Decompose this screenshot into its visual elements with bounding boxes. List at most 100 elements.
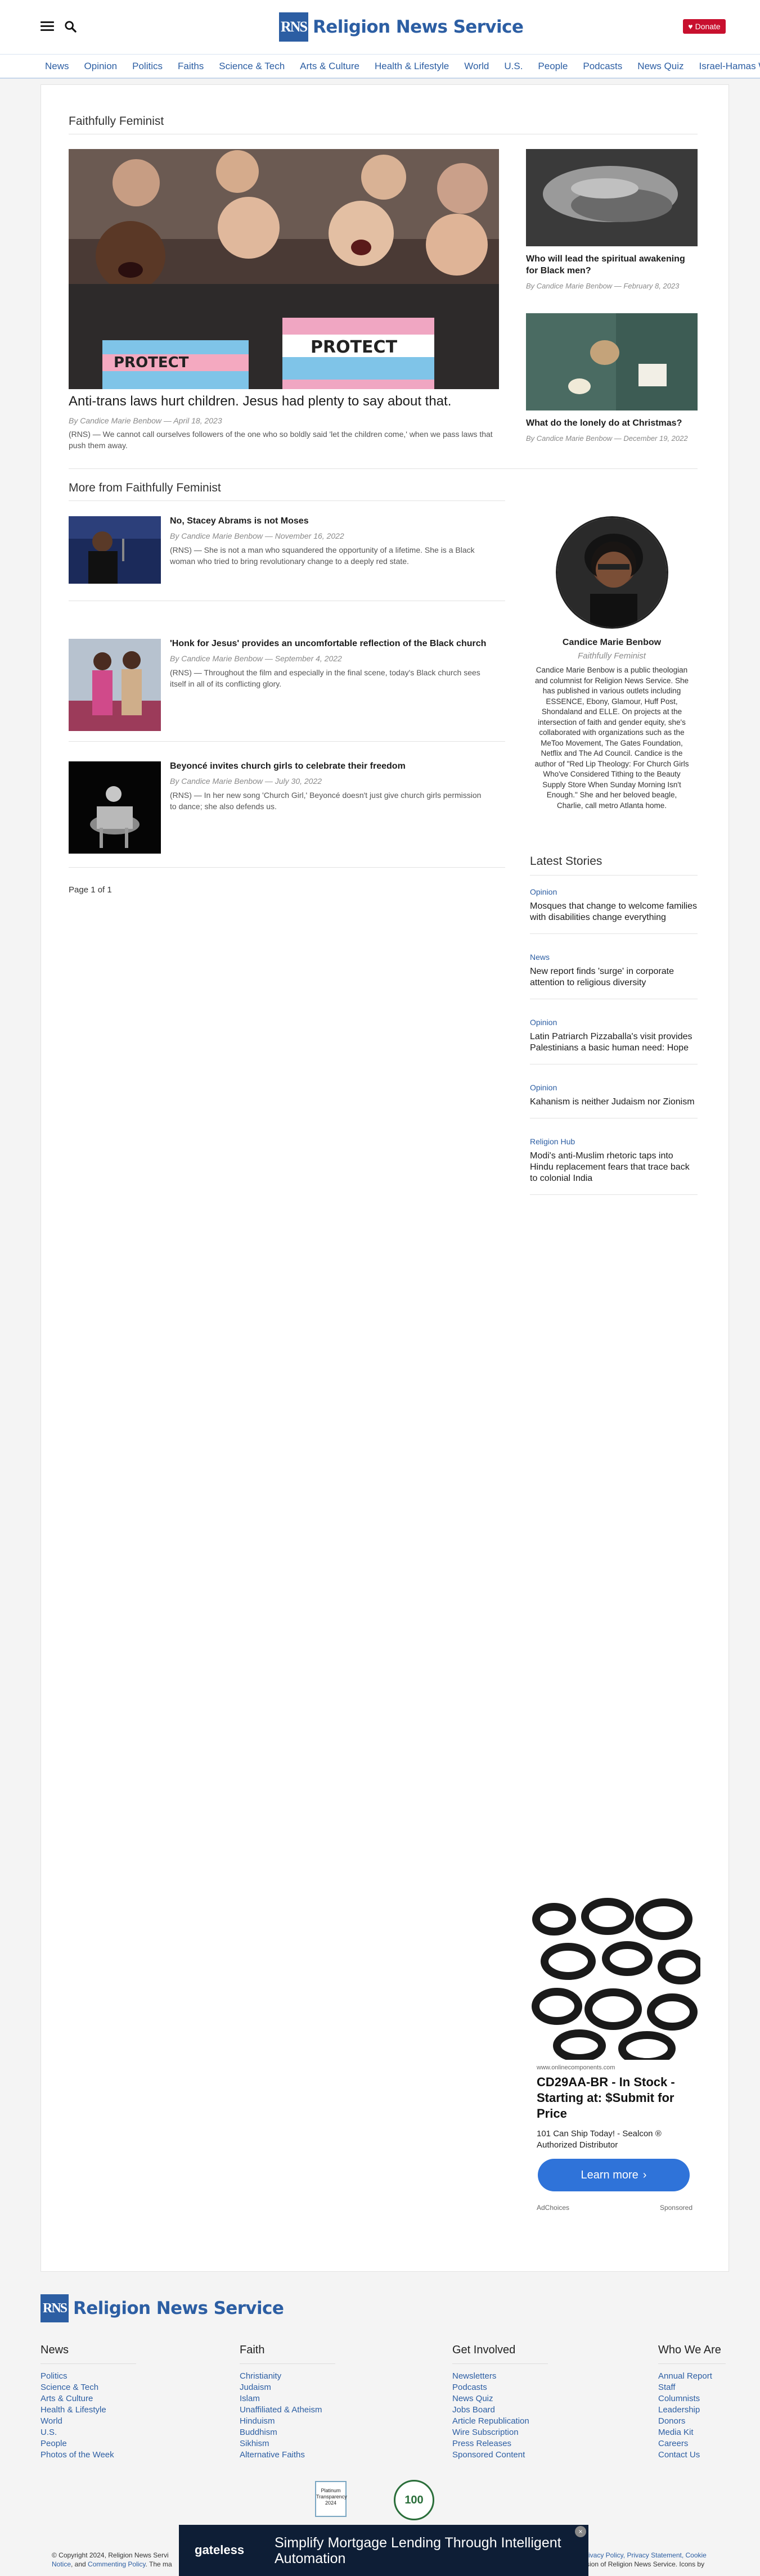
nav-item-politics[interactable]: Politics xyxy=(132,61,163,72)
latest-headline[interactable]: Latin Patriarch Pizzaballa's visit provi… xyxy=(530,1031,698,1054)
latest-category[interactable]: Opinion xyxy=(530,1018,557,1027)
footer-link[interactable]: Science & Tech xyxy=(41,2382,136,2393)
nav-item-news-quiz[interactable]: News Quiz xyxy=(637,61,683,72)
nav-item-health-lifestyle[interactable]: Health & Lifestyle xyxy=(375,61,449,72)
footer-link[interactable]: Leadership xyxy=(658,2404,726,2416)
footer-link[interactable]: Newsletters xyxy=(452,2371,548,2382)
nav-item-podcasts[interactable]: Podcasts xyxy=(583,61,622,72)
latest-headline[interactable]: Modi's anti-Muslim rhetoric taps into Hi… xyxy=(530,1151,698,1184)
nav-item-world[interactable]: World xyxy=(464,61,489,72)
latest-headline[interactable]: Mosques that change to welcome families … xyxy=(530,901,698,923)
footer-column-get-involved: Get Involved Newsletters Podcasts News Q… xyxy=(452,2344,548,2461)
article-image[interactable] xyxy=(69,639,161,731)
nav-item-arts-culture[interactable]: Arts & Culture xyxy=(300,61,359,72)
heart-icon: ♥ xyxy=(688,22,693,31)
footer-link[interactable]: Sikhism xyxy=(240,2438,335,2449)
nav-item-news[interactable]: News xyxy=(45,61,69,72)
footer-link[interactable]: Islam xyxy=(240,2393,335,2404)
footer-link[interactable]: Podcasts xyxy=(452,2382,548,2393)
donate-button[interactable]: ♥ Donate xyxy=(683,19,726,34)
main-nav: News Opinion Politics Faiths Science & T… xyxy=(0,54,760,79)
latest-category[interactable]: Opinion xyxy=(530,887,557,896)
nav-item-israel-hamas-war[interactable]: Israel-Hamas War xyxy=(699,61,760,72)
featured-byline: By Candice Marie Benbow — April 18, 2023 xyxy=(69,416,222,425)
privacy-links[interactable]: rivacy Policy, Privacy Statement, Cookie xyxy=(586,2551,707,2560)
protest-sign-text: PROTECT xyxy=(114,354,189,371)
footer-link[interactable]: Careers xyxy=(658,2438,726,2449)
latest-category[interactable]: News xyxy=(530,953,550,962)
footer-link[interactable]: Press Releases xyxy=(452,2438,548,2449)
article-row: 'Honk for Jesus' provides an uncomfortab… xyxy=(69,639,505,731)
footer-link[interactable]: People xyxy=(41,2438,136,2449)
footer-link[interactable]: Donors xyxy=(658,2416,726,2427)
divider xyxy=(530,875,698,876)
charity-navigator-badge[interactable]: 100 xyxy=(394,2480,434,2520)
footer-link[interactable]: Unaffiliated & Atheism xyxy=(240,2404,335,2416)
close-icon[interactable]: × xyxy=(575,2526,586,2537)
footer-link[interactable]: U.S. xyxy=(41,2427,136,2438)
footer-link[interactable]: Annual Report xyxy=(658,2371,726,2382)
section-title: Faithfully Feminist xyxy=(69,115,164,128)
footer-link[interactable]: Media Kit xyxy=(658,2427,726,2438)
footer-link[interactable]: Christianity xyxy=(240,2371,335,2382)
footer-link[interactable]: Contact Us xyxy=(658,2449,726,2461)
nav-item-people[interactable]: People xyxy=(538,61,568,72)
featured-image[interactable]: PROTECT PROTECT xyxy=(69,149,499,389)
footer-link[interactable]: Alternative Faiths xyxy=(240,2449,335,2461)
footer-link[interactable]: Buddhism xyxy=(240,2427,335,2438)
side-card-title[interactable]: What do the lonely do at Christmas? xyxy=(526,417,698,429)
footer-link[interactable]: Jobs Board xyxy=(452,2404,548,2416)
ad-headline: CD29AA-BR - In Stock - Starting at: $Sub… xyxy=(537,2075,675,2121)
footer-logo[interactable]: RNS Religion News Service xyxy=(41,2294,284,2322)
footer-link[interactable]: Health & Lifestyle xyxy=(41,2404,136,2416)
footer-link[interactable]: Arts & Culture xyxy=(41,2393,136,2404)
side-card-image[interactable] xyxy=(526,313,698,410)
nav-item-science-tech[interactable]: Science & Tech xyxy=(219,61,285,72)
article-image[interactable] xyxy=(69,516,161,608)
footer-link[interactable]: Wire Subscription xyxy=(452,2427,548,2438)
divider xyxy=(69,741,505,742)
latest-category[interactable]: Religion Hub xyxy=(530,1137,575,1146)
footer-link[interactable]: Staff xyxy=(658,2382,726,2393)
footer-link[interactable]: Photos of the Week xyxy=(41,2449,136,2461)
search-icon[interactable] xyxy=(64,20,77,33)
side-card-image[interactable] xyxy=(526,149,698,246)
nav-item-opinion[interactable]: Opinion xyxy=(84,61,118,72)
bottom-banner-ad[interactable]: gateless Simplify Mortgage Lending Throu… xyxy=(179,2525,588,2576)
latest-item: Opinion Kahanism is neither Judaism nor … xyxy=(530,1083,698,1118)
footer-link[interactable]: News Quiz xyxy=(452,2393,548,2404)
author-avatar xyxy=(555,516,668,629)
adchoices-link[interactable]: AdChoices xyxy=(537,2204,569,2212)
footer-link[interactable]: Article Republication xyxy=(452,2416,548,2427)
latest-category[interactable]: Opinion xyxy=(530,1083,557,1092)
article-excerpt: (RNS) — Throughout the film and especial… xyxy=(170,668,480,688)
nav-item-faiths[interactable]: Faiths xyxy=(178,61,204,72)
site-logo[interactable]: RNS Religion News Service xyxy=(279,10,524,44)
footer-link[interactable]: Politics xyxy=(41,2371,136,2382)
sidebar-ad[interactable]: www.onlinecomponents.com CD29AA-BR - In … xyxy=(529,1894,700,2254)
latest-headline[interactable]: New report finds 'surge' in corporate at… xyxy=(530,966,698,989)
article-title[interactable]: 'Honk for Jesus' provides an uncomfortab… xyxy=(170,639,486,649)
article-image[interactable] xyxy=(69,761,161,854)
article-title[interactable]: No, Stacey Abrams is not Moses xyxy=(170,516,309,526)
footer-link[interactable]: Hinduism xyxy=(240,2416,335,2427)
footer-link[interactable]: Columnists xyxy=(658,2393,726,2404)
transparency-badge[interactable]: Platinum Transparency 2024 xyxy=(315,2481,347,2517)
side-card-byline: By Candice Marie Benbow — December 19, 2… xyxy=(526,434,688,443)
footer-link[interactable]: World xyxy=(41,2416,136,2427)
menu-icon[interactable] xyxy=(41,21,54,31)
footer-column-title: News xyxy=(41,2344,69,2356)
side-card: Who will lead the spiritual awakening fo… xyxy=(526,149,698,291)
footer-link[interactable]: Judaism xyxy=(240,2382,335,2393)
featured-title[interactable]: Anti-trans laws hurt children. Jesus had… xyxy=(69,394,499,409)
commenting-policy-link[interactable]: Commenting Policy xyxy=(88,2560,145,2568)
chevron-right-icon: › xyxy=(642,2168,647,2181)
site-header: RNS Religion News Service ♥ Donate xyxy=(0,0,760,54)
latest-headline[interactable]: Kahanism is neither Judaism nor Zionism xyxy=(530,1097,698,1108)
footer-link[interactable]: Sponsored Content xyxy=(452,2449,548,2461)
learn-more-button[interactable]: Learn more › xyxy=(538,2159,690,2191)
article-title[interactable]: Beyoncé invites church girls to celebrat… xyxy=(170,761,406,772)
privacy-notice-link[interactable]: Notice xyxy=(52,2560,71,2568)
side-card-title[interactable]: Who will lead the spiritual awakening fo… xyxy=(526,253,698,277)
nav-item-us[interactable]: U.S. xyxy=(504,61,523,72)
